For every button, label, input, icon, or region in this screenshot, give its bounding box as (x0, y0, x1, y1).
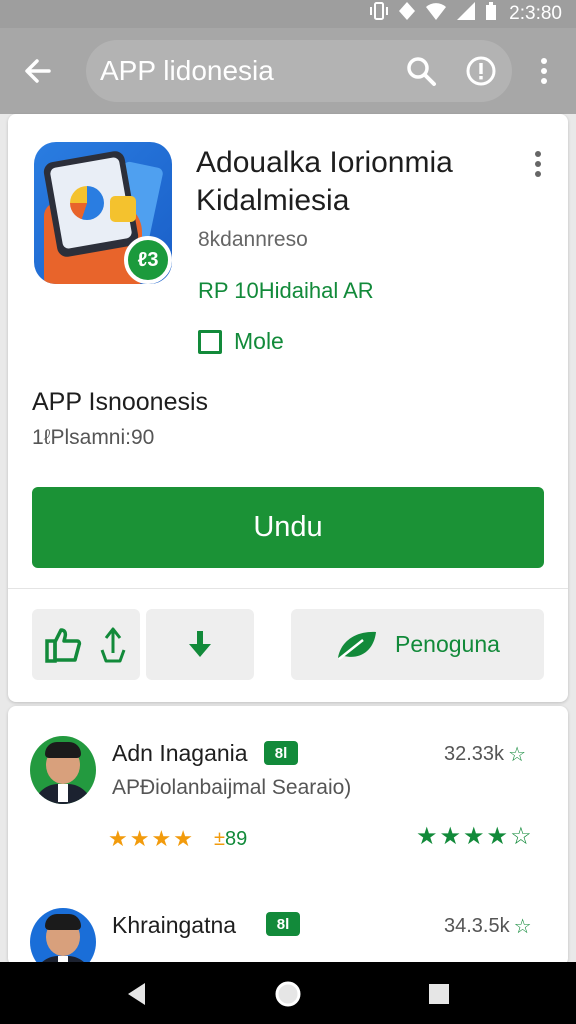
coin-icon (110, 196, 136, 222)
nav-recents-icon (429, 984, 449, 1004)
back-arrow-icon (25, 59, 51, 83)
star-outline-icon: ☆ (508, 744, 526, 766)
reviewer-name: Khraingatna (112, 912, 237, 938)
download-arrow-icon (189, 630, 211, 657)
star-outline-icon: ☆ (513, 916, 532, 938)
checkbox-icon (198, 329, 222, 354)
star-icon: ★ (486, 823, 509, 850)
search-query[interactable]: APP lidonesia (100, 55, 274, 87)
signal-icon (455, 1, 477, 27)
system-nav-bar (0, 962, 576, 1024)
vibrate-icon (369, 1, 389, 27)
download-button[interactable] (146, 609, 254, 680)
reviewer-badge: 8l (264, 741, 298, 765)
leaf-icon (338, 631, 377, 660)
battery-icon (485, 1, 497, 27)
developer-name[interactable]: 8kdannreso (198, 228, 308, 252)
thumbs-up-icon (45, 627, 82, 663)
review-count-value: 34.3.5k (444, 915, 510, 937)
app-overflow-button[interactable] (520, 146, 556, 182)
avatar[interactable] (30, 736, 96, 804)
users-button[interactable]: Penoguna (291, 609, 544, 680)
star-icon: ★ (108, 826, 128, 851)
review-count-value: 32.33k (444, 743, 505, 765)
star-icon: ★ (463, 823, 485, 850)
more-vert-icon (541, 58, 547, 84)
nav-home-icon (275, 981, 301, 1007)
install-button[interactable]: Undu (32, 487, 544, 568)
app-size-info: 1ℓPlsamni:90 (32, 426, 155, 449)
app-bar: APP lidonesia (0, 28, 576, 114)
info-button[interactable] (458, 48, 504, 94)
ad-label: RP 10Hidaihal AR (198, 278, 374, 303)
nav-home-button[interactable] (263, 972, 313, 1016)
review-subtitle: APÐiolanbaijmal Searaio) (112, 776, 352, 799)
app-name-subtitle: APP Isnoonesis (32, 388, 209, 416)
share-hand-icon (100, 627, 126, 662)
status-time: 2:3:80 (509, 3, 562, 24)
app-detail-card: ℓ3 Adoualka Iorionmia Kidalmiesia 8kdann… (8, 114, 568, 702)
star-icon: ★ (439, 823, 462, 850)
users-button-label: Penoguna (395, 631, 500, 657)
status-bar: 2:3:80 (0, 0, 576, 28)
review-count: 32.33k ☆ (444, 742, 526, 767)
nav-recents-button[interactable] (414, 972, 464, 1016)
reviews-card: Adn Inagania 8l 32.33k ☆ APÐiolanbaijmal… (8, 706, 568, 976)
like-button[interactable] (32, 609, 140, 680)
info-icon (466, 56, 496, 86)
search-button[interactable] (398, 48, 444, 94)
reviewer-name: Adn Inagania (112, 740, 248, 766)
review-stars: ★ ★ ★ ★ (108, 828, 193, 850)
pie-chart-icon (70, 186, 104, 220)
search-icon (407, 57, 436, 86)
star-icon: ★ (129, 826, 150, 851)
nav-back-icon (128, 983, 145, 1005)
divider (8, 588, 568, 589)
wishlist-label: Mole (234, 328, 284, 354)
star-icon: ★ (151, 826, 172, 851)
back-button[interactable] (14, 48, 60, 94)
star-icon: ★ (416, 823, 438, 850)
reviewer-badge: 8l (266, 912, 300, 936)
rating-stars[interactable]: ★ ★ ★ ★ ☆ (416, 823, 532, 850)
star-icon: ★ (173, 826, 193, 851)
review-score: ±89 (214, 828, 248, 850)
app-title: Adoualka Iorionmia Kidalmiesia (196, 146, 453, 217)
star-outline-icon: ☆ (510, 823, 532, 850)
wifi-icon (425, 1, 447, 27)
more-vert-icon (535, 151, 541, 177)
app-icon[interactable]: ℓ3 (34, 142, 172, 284)
review-score-value: 89 (224, 828, 248, 850)
more-options-button[interactable] (524, 48, 564, 94)
review-count: 34.3.5k ☆ (444, 914, 532, 939)
nav-back-button[interactable] (112, 972, 162, 1016)
app-badge: ℓ3 (124, 236, 172, 284)
location-icon (397, 1, 417, 27)
wishlist-toggle[interactable]: Mole (198, 328, 284, 355)
